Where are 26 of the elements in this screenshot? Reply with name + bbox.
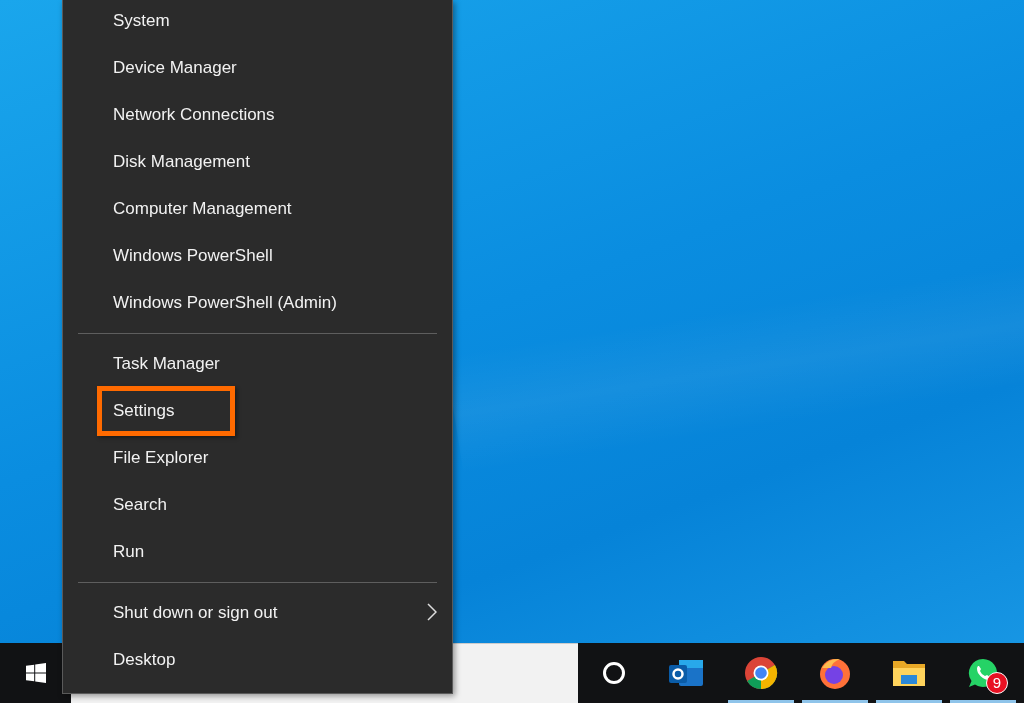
- running-indicator: [728, 700, 794, 703]
- envelope-icon: [669, 657, 705, 689]
- menu-item[interactable]: Settings: [78, 387, 437, 434]
- notification-badge: 9: [986, 672, 1008, 694]
- folder-icon: [892, 658, 926, 688]
- menu-item[interactable]: Task Manager: [78, 340, 437, 387]
- menu-item[interactable]: Device Manager: [78, 44, 437, 91]
- menu-item[interactable]: System: [78, 0, 437, 44]
- fox-globe-icon: [818, 656, 852, 690]
- running-indicator: [802, 700, 868, 703]
- menu-item[interactable]: Windows PowerShell: [78, 232, 437, 279]
- menu-item[interactable]: Shut down or sign out: [78, 589, 437, 636]
- running-indicator: [950, 700, 1016, 703]
- menu-item[interactable]: Desktop: [78, 636, 437, 683]
- menu-item[interactable]: Windows PowerShell (Admin): [78, 279, 437, 326]
- menu-item[interactable]: Network Connections: [78, 91, 437, 138]
- menu-item[interactable]: Computer Management: [78, 185, 437, 232]
- circle-icon: [602, 661, 626, 685]
- menu-item[interactable]: File Explorer: [78, 434, 437, 481]
- menu-item[interactable]: Search: [78, 481, 437, 528]
- menu-item[interactable]: Disk Management: [78, 138, 437, 185]
- browser-icon: [744, 656, 778, 690]
- running-indicator: [876, 700, 942, 703]
- taskbar-app-button[interactable]: 9: [946, 643, 1020, 703]
- menu-item[interactable]: Run: [78, 528, 437, 575]
- windows-logo-icon: [25, 663, 46, 683]
